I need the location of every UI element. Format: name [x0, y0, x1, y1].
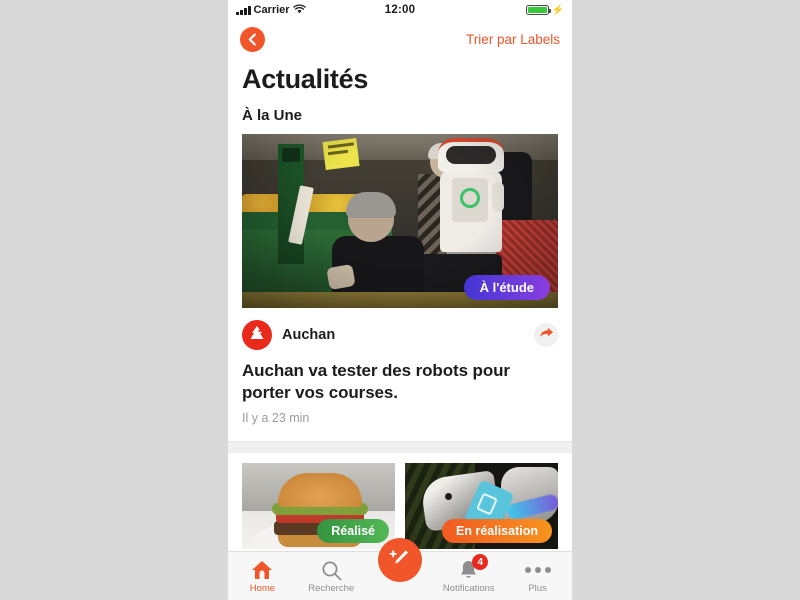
clock: 12:00 [384, 4, 416, 16]
more-dots-icon [524, 559, 551, 581]
tab-notifications-label: Notifications [442, 583, 495, 594]
search-icon [321, 559, 342, 581]
compose-button[interactable] [377, 538, 422, 582]
tab-notifications[interactable]: 4 Notifications [434, 552, 503, 600]
status-bar-right: ⚡ [415, 5, 564, 16]
section-divider [228, 440, 572, 453]
tab-recherche-label: Recherche [308, 583, 355, 594]
article-timestamp: Il y a 23 min [242, 410, 310, 425]
share-button[interactable] [534, 323, 558, 347]
tab-compose[interactable] [366, 538, 435, 600]
charging-bolt-icon: ⚡ [551, 4, 565, 16]
status-bar-left: Carrier [236, 4, 385, 17]
status-badge: En réalisation [442, 518, 552, 543]
tab-bar: Home Recherche 4 Notifications Plus [228, 538, 572, 600]
tab-home-label: Home [249, 583, 276, 594]
tab-plus[interactable]: Plus [503, 552, 572, 600]
section-title: À la Une [242, 107, 303, 124]
pencil-plus-icon [388, 546, 412, 575]
page-title: Actualités [242, 64, 369, 94]
back-button[interactable] [240, 26, 265, 52]
carrier-label: Carrier [253, 4, 290, 16]
notification-count-badge: 4 [472, 554, 489, 570]
wifi-icon [292, 4, 306, 17]
home-icon [251, 559, 273, 581]
article-source-row: Auchan [228, 308, 572, 350]
article-card-row: Réalisé En réalisation [228, 453, 572, 549]
tab-recherche[interactable]: Recherche [297, 552, 366, 600]
phone-frame: Carrier 12:00 ⚡ Trier par Labels Actuali… [228, 0, 572, 600]
nav-bar: Trier par Labels [228, 20, 572, 58]
article-card[interactable]: En réalisation [405, 462, 558, 549]
tab-home[interactable]: Home [228, 552, 297, 600]
chevron-left-icon [247, 33, 258, 46]
auchan-bird-mark [250, 326, 264, 344]
source-name[interactable]: Auchan [282, 327, 534, 343]
tab-plus-label: Plus [528, 583, 547, 594]
featured-image[interactable]: À l'étude [242, 134, 558, 308]
sort-by-labels-button[interactable]: Trier par Labels [466, 32, 560, 47]
featured-article[interactable]: À l'étude [228, 134, 572, 308]
bell-icon: 4 [459, 554, 489, 581]
status-bar: Carrier 12:00 ⚡ [228, 0, 572, 20]
signal-bars-icon [236, 5, 251, 15]
screen: Carrier 12:00 ⚡ Trier par Labels Actuali… [0, 0, 800, 600]
status-badge-featured: À l'étude [463, 275, 550, 300]
share-arrow-icon [539, 326, 554, 344]
auchan-logo-icon[interactable] [242, 320, 272, 350]
article-card[interactable]: Réalisé [242, 462, 395, 549]
status-badge: Réalisé [317, 518, 389, 543]
article-headline[interactable]: Auchan va tester des robots pour porter … [228, 350, 572, 404]
battery-full-icon [525, 5, 551, 15]
